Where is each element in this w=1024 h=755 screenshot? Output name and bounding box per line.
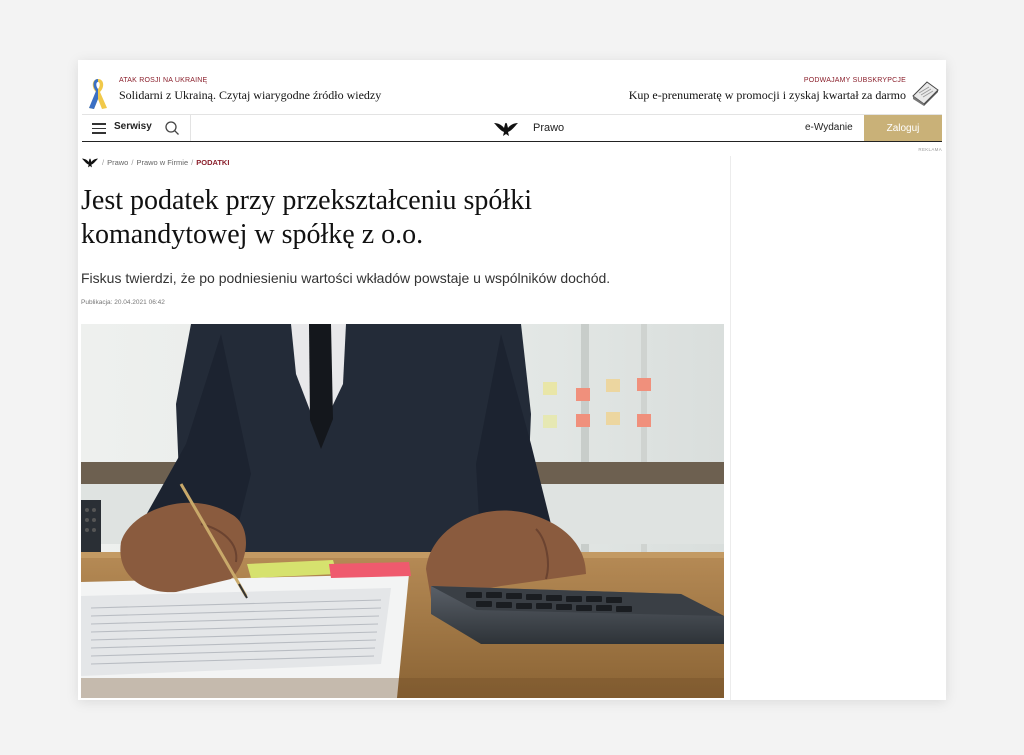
breadcrumb-separator: / [102, 157, 105, 167]
promo-right[interactable]: PODWAJAMY SUBSKRYPCJE Kup e-prenumeratę … [629, 77, 906, 103]
breadcrumb-separator: / [131, 157, 134, 167]
article-lead: Fiskus twierdzi, że po podniesieniu wart… [81, 270, 611, 286]
ukraine-ribbon-icon [89, 79, 107, 109]
eagle-logo-icon[interactable] [493, 119, 519, 137]
search-icon[interactable] [164, 120, 180, 136]
section-name[interactable]: Prawo [533, 122, 564, 134]
breadcrumb-separator: / [191, 157, 194, 167]
login-button[interactable]: Zaloguj [864, 115, 942, 141]
nav-divider [190, 115, 191, 141]
promo-left-kicker: ATAK ROSJI NA UKRAINĘ [119, 77, 208, 84]
breadcrumb-item-podatki[interactable]: PODATKI [196, 158, 229, 167]
breadcrumb-item-prawo-w-firmie[interactable]: Prawo w Firmie [136, 158, 188, 167]
promo-left[interactable]: ATAK ROSJI NA UKRAINĘ Solidarni z Ukrain… [119, 77, 381, 103]
hamburger-icon[interactable] [92, 123, 106, 134]
publication-date: Publikacja: 20.04.2021 06:42 [81, 299, 165, 306]
promo-right-kicker: PODWAJAMY SUBSKRYPCJE [803, 77, 906, 84]
promo-left-title[interactable]: Solidarni z Ukrainą. Czytaj wiarygodne ź… [119, 88, 381, 103]
e-wydanie-link[interactable]: e-Wydanie [805, 122, 853, 133]
promo-right-title[interactable]: Kup e-prenumeratę w promocji i zyskaj kw… [629, 88, 906, 103]
promo-banner: ATAK ROSJI NA UKRAINĘ Solidarni z Ukrain… [78, 60, 946, 112]
article-hero-image [81, 324, 724, 698]
sidebar-divider [730, 156, 731, 700]
main-navigation: Serwisy Prawo e-Wydanie Zaloguj [82, 114, 942, 142]
eagle-home-icon[interactable] [81, 156, 99, 168]
breadcrumb: / Prawo / Prawo w Firmie / PODATKI [81, 156, 229, 168]
serwisy-menu-button[interactable]: Serwisy [114, 121, 152, 132]
book-icon [912, 81, 939, 106]
ad-label: REKLAMA [918, 147, 942, 152]
breadcrumb-item-prawo[interactable]: Prawo [107, 158, 128, 167]
article-page: ATAK ROSJI NA UKRAINĘ Solidarni z Ukrain… [78, 60, 946, 700]
article-title: Jest podatek przy przekształceniu spółki… [81, 185, 532, 250]
